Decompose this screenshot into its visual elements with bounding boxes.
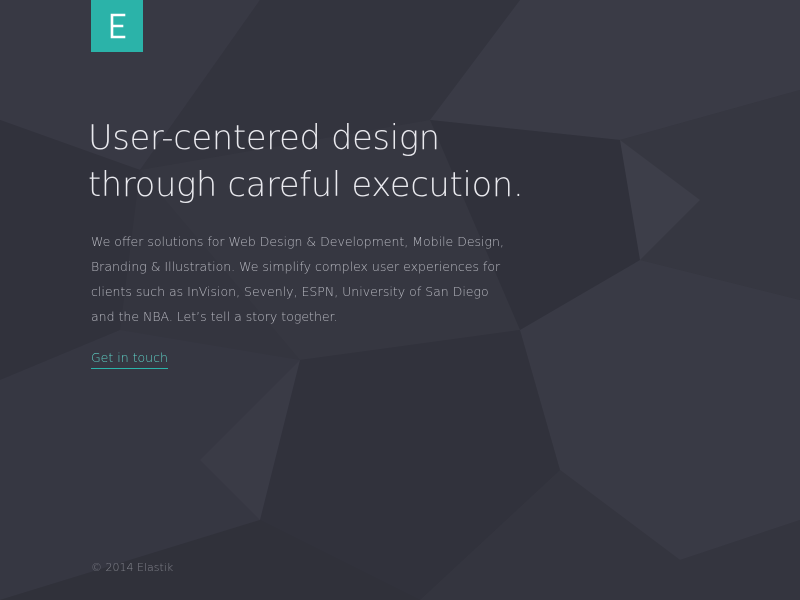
hero-description-line-4: and the NBA. Let’s tell a story together… (91, 309, 338, 324)
footer-copyright: © 2014 Elastik (91, 561, 174, 574)
get-in-touch-link[interactable]: Get in touch (91, 349, 168, 369)
elastik-e-logo-icon (91, 0, 143, 52)
hero-headline: User-centered design through careful exe… (88, 114, 728, 208)
hero-headline-line-2: through careful execution. (88, 165, 524, 204)
hero-headline-line-1: User-centered design (88, 118, 440, 157)
hero-description: We offer solutions for Web Design & Deve… (91, 229, 504, 329)
hero-description-line-3: clients such as InVision, Sevenly, ESPN,… (91, 284, 489, 299)
hero-description-line-2: Branding & Illustration. We simplify com… (91, 259, 501, 274)
hero-description-line-1: We offer solutions for Web Design & Deve… (91, 234, 504, 249)
elastik-logo[interactable] (91, 0, 143, 52)
